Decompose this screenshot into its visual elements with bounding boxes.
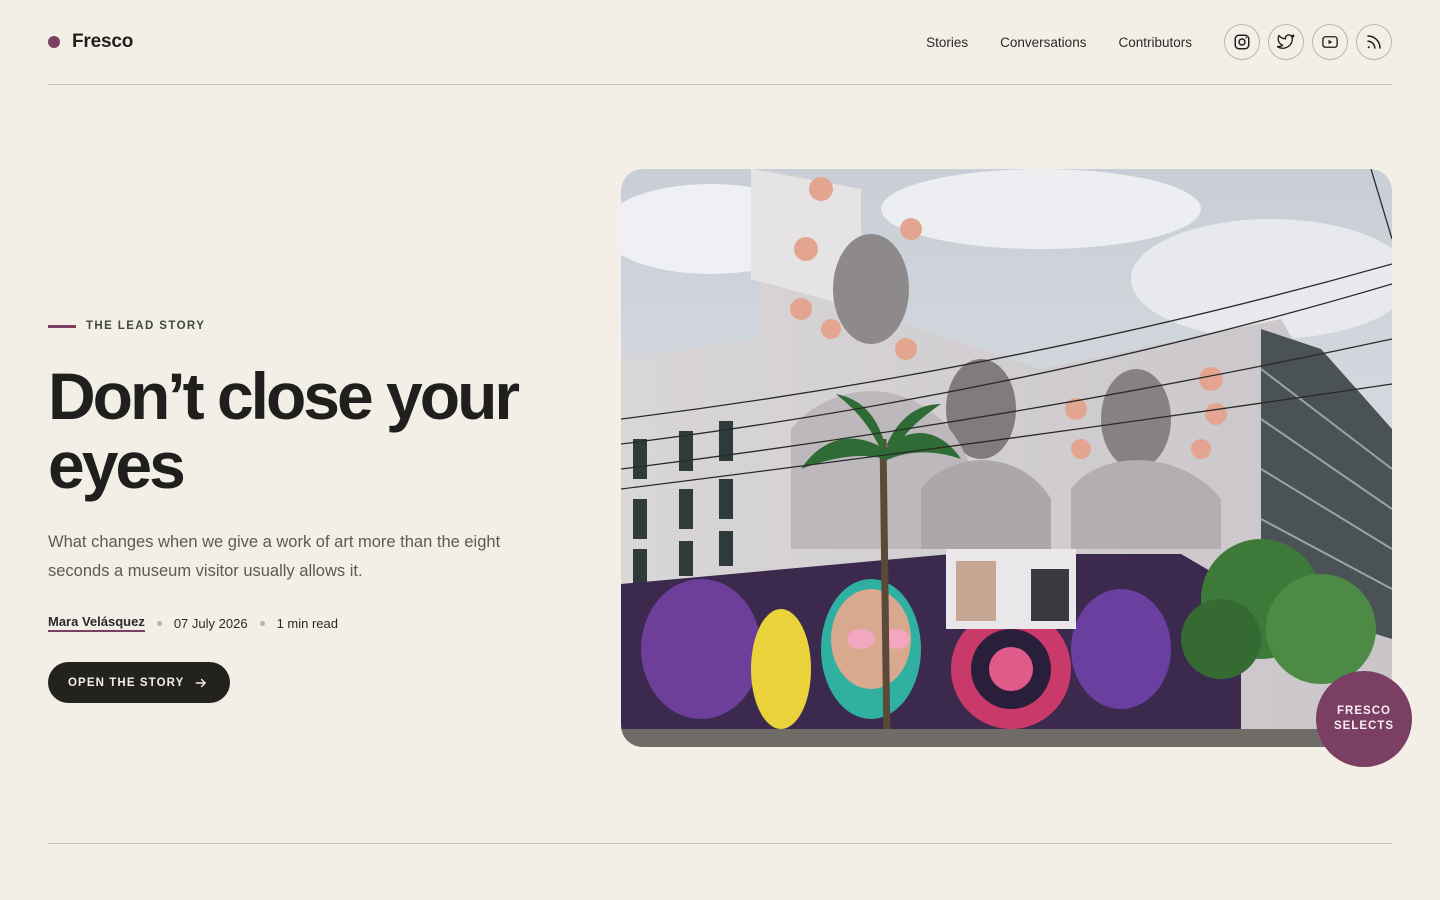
brand-name: Fresco: [72, 31, 134, 52]
meta-separator: [259, 620, 265, 626]
lead-story: THE LEAD STORY Don’t close your eyes Wha…: [48, 320, 588, 703]
arrow-right-icon: [196, 678, 207, 687]
story-meta: Mara Velásquez 07 July 2026 1 min read: [48, 614, 588, 632]
story-dek: What changes when we give a work of art …: [48, 533, 501, 580]
nav-link-contributors[interactable]: Contributors: [1118, 35, 1192, 50]
eyebrow: THE LEAD STORY: [48, 320, 588, 332]
brand-logo[interactable]: Fresco: [48, 31, 133, 53]
fresco-selects-badge: FRESCO SELECTS: [1316, 671, 1412, 767]
youtube-button[interactable]: [1312, 24, 1348, 60]
open-story-label: OPEN THE STORY: [68, 676, 185, 689]
badge-line-1: FRESCO: [1337, 705, 1391, 717]
author-link[interactable]: Mara Velásquez: [48, 614, 145, 632]
brand-dot-icon: [48, 36, 60, 48]
meta-separator: [156, 620, 162, 626]
rss-button[interactable]: [1356, 24, 1392, 60]
publish-date: 07 July 2026: [173, 615, 248, 631]
rss-icon: [1367, 35, 1381, 49]
section-divider: [48, 843, 1392, 844]
open-story-button[interactable]: OPEN THE STORY: [48, 662, 231, 703]
mural-building-photo: [621, 169, 1392, 747]
main-nav: Stories Conversations Contributors: [926, 24, 1392, 60]
eyebrow-label: THE LEAD STORY: [86, 320, 206, 332]
site-header: Fresco Stories Conversations Contributor…: [48, 0, 1392, 85]
story-headline: Don’t close your eyes: [48, 359, 520, 502]
instagram-icon: [1234, 34, 1250, 50]
read-time: 1 min read: [276, 615, 338, 631]
eyebrow-rule: [48, 324, 76, 328]
twitter-icon: [1277, 34, 1295, 49]
badge-line-2: SELECTS: [1333, 720, 1395, 732]
instagram-button[interactable]: [1224, 24, 1260, 60]
twitter-button[interactable]: [1268, 24, 1304, 60]
hero-image[interactable]: [621, 169, 1392, 747]
social-links: [1224, 24, 1392, 60]
nav-link-conversations[interactable]: Conversations: [1000, 35, 1086, 50]
nav-link-stories[interactable]: Stories: [926, 35, 968, 50]
youtube-icon: [1322, 36, 1338, 48]
